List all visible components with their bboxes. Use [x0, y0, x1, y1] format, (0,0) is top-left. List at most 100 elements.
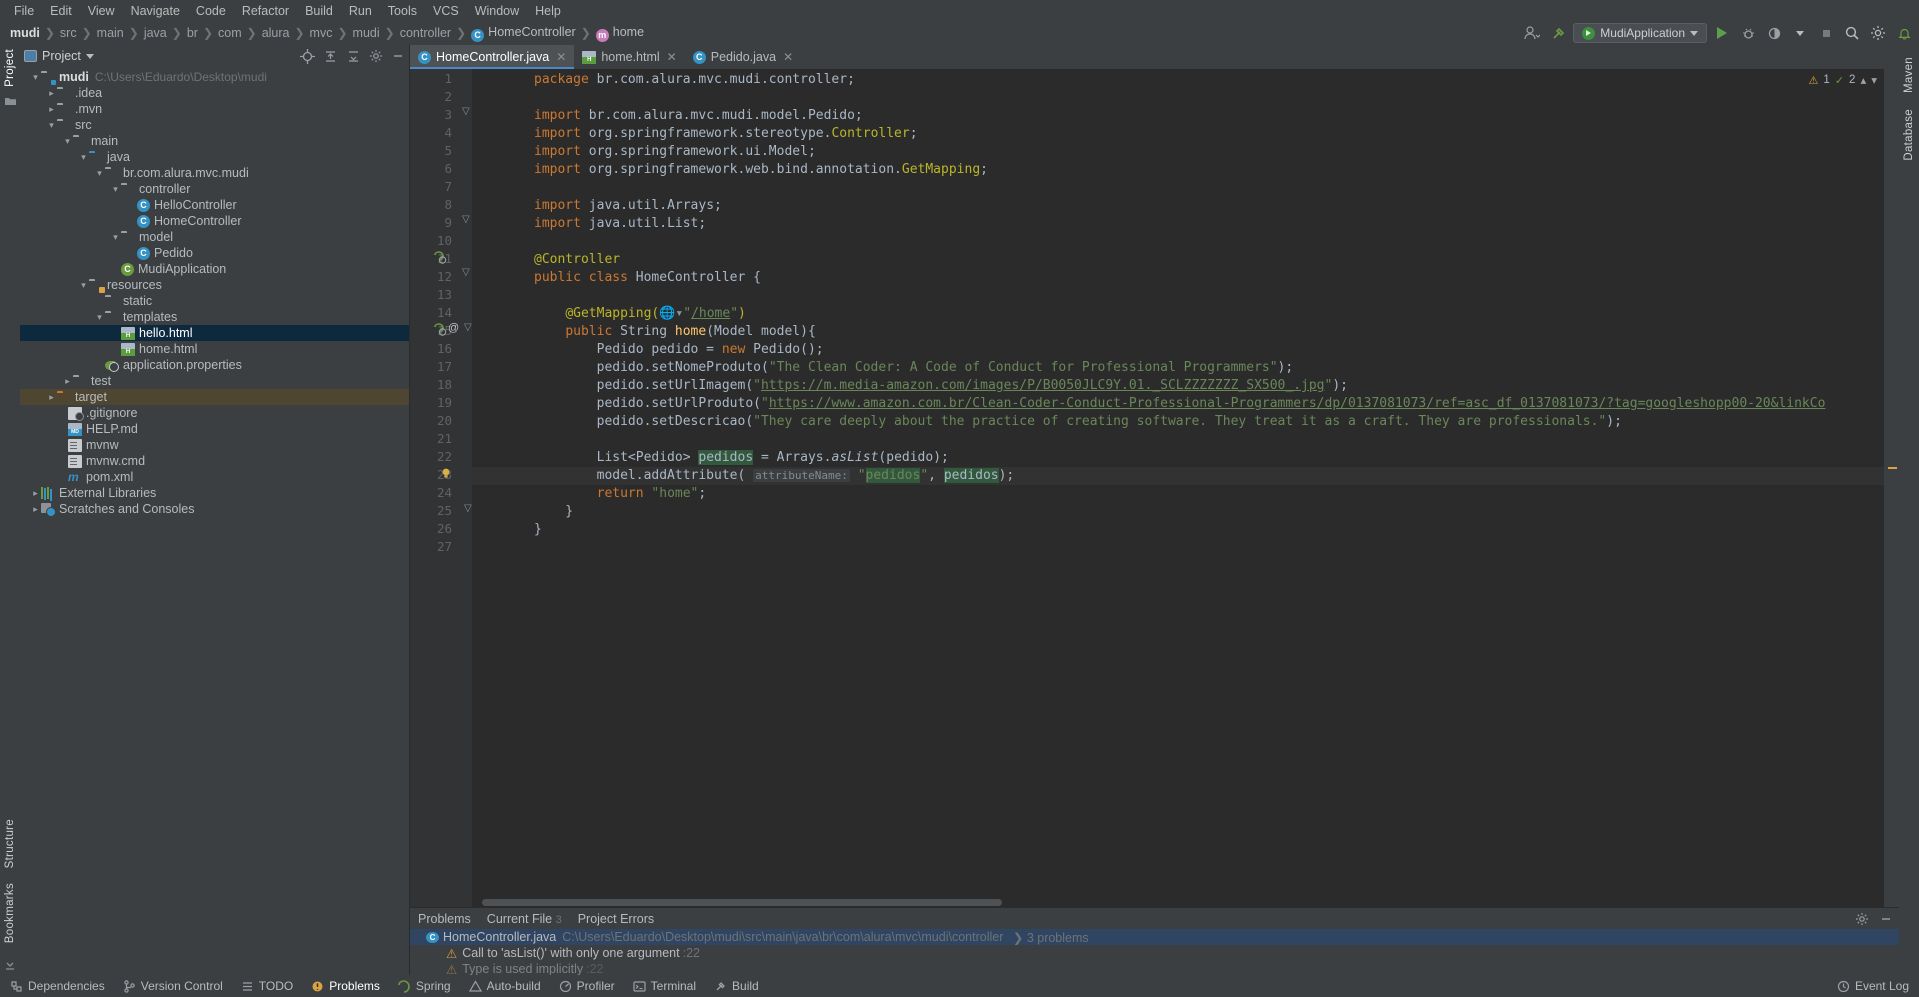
code-fold-icon[interactable]: ▽ — [464, 503, 472, 514]
statusbar-dependencies[interactable]: Dependencies — [10, 979, 105, 993]
debug-button[interactable] — [1737, 23, 1759, 43]
chevron-down-icon[interactable]: ▾ — [46, 120, 57, 131]
chevron-down-icon[interactable] — [85, 53, 94, 59]
breadcrumb-item-main[interactable]: main — [93, 25, 128, 41]
code-fold-icon[interactable]: ▽ — [462, 267, 470, 278]
hide-panel-icon[interactable] — [391, 49, 405, 63]
tree-item-mudiapplication[interactable]: C MudiApplication — [20, 261, 409, 277]
menu-item-code[interactable]: Code — [188, 2, 234, 20]
tree-item-mvnw[interactable]: mvnw — [20, 437, 409, 453]
menu-item-help[interactable]: Help — [527, 2, 569, 20]
code-fold-icon[interactable]: ▽ — [464, 322, 472, 333]
intention-bulb-icon[interactable] — [440, 467, 452, 479]
user-avatar-icon[interactable] — [1521, 23, 1543, 43]
statusbar-build[interactable]: Build — [714, 979, 759, 993]
chevron-right-icon[interactable]: ▸ — [46, 88, 57, 99]
chevron-right-icon[interactable]: ▸ — [46, 392, 57, 403]
tree-item-idea[interactable]: ▸ .idea — [20, 85, 409, 101]
tree-item-model[interactable]: ▾ model — [20, 229, 409, 245]
chevron-down-icon[interactable]: ▾ — [62, 136, 73, 147]
chevron-down-icon[interactable]: ▾ — [110, 232, 121, 243]
chevron-down-icon[interactable]: ▾ — [94, 312, 105, 323]
tree-item-controller[interactable]: ▾ controller — [20, 181, 409, 197]
breadcrumb-item-home-method[interactable]: m home — [592, 24, 648, 43]
tool-window-tab-bookmarks[interactable]: Bookmarks — [4, 883, 16, 943]
run-button[interactable] — [1711, 23, 1733, 43]
editor-tab-home-html[interactable]: home.html ✕ — [574, 45, 684, 69]
more-run-options-icon[interactable] — [1789, 23, 1811, 43]
tree-item-package-root[interactable]: ▾ br.com.alura.mvc.mudi — [20, 165, 409, 181]
menu-item-build[interactable]: Build — [297, 2, 341, 20]
tree-item-scratches-and-consoles[interactable]: ▸ Scratches and Consoles — [20, 501, 409, 517]
search-icon[interactable] — [1841, 23, 1863, 43]
run-configuration-selector[interactable]: MudiApplication — [1573, 23, 1707, 43]
problems-list[interactable]: C HomeController.java C:\Users\Eduardo\D… — [410, 929, 1899, 975]
expand-all-icon[interactable] — [323, 49, 338, 64]
editor-tab-homecontroller-java[interactable]: C HomeController.java ✕ — [410, 45, 575, 69]
gear-icon[interactable] — [1867, 23, 1889, 43]
code-editor[interactable]: ⚠ 1 ✓ 2 ▴ ▾ 1 2 3 4 5 6 7 8 9 10 11 12 1… — [410, 69, 1899, 907]
tool-window-tab-maven[interactable]: Maven — [1903, 57, 1915, 93]
problems-file-row[interactable]: C HomeController.java C:\Users\Eduardo\D… — [410, 929, 1899, 946]
spring-mapping-gutter-icon[interactable] — [434, 323, 447, 336]
override-annotation-gutter-icon[interactable]: @ — [448, 322, 459, 334]
statusbar-version-control[interactable]: Version Control — [123, 979, 223, 993]
close-icon[interactable]: ✕ — [556, 50, 566, 64]
tree-item-gitignore[interactable]: .gitignore — [20, 405, 409, 421]
editor-tab-pedido-java[interactable]: C Pedido.java ✕ — [685, 45, 801, 69]
tool-window-tab-structure[interactable]: Structure — [4, 819, 16, 868]
tree-item-pom-xml[interactable]: m pom.xml — [20, 469, 409, 485]
chevron-right-icon[interactable]: ▸ — [46, 104, 57, 115]
statusbar-problems[interactable]: Problems — [311, 979, 380, 993]
chevron-down-icon[interactable]: ▾ — [110, 184, 121, 195]
statusbar-event-log[interactable]: Event Log — [1837, 979, 1909, 993]
tree-item-hello-html[interactable]: hello.html — [20, 325, 409, 341]
tree-item-main[interactable]: ▾ main — [20, 133, 409, 149]
breadcrumb-item-com[interactable]: com — [214, 25, 246, 41]
statusbar-profiler[interactable]: Profiler — [559, 979, 615, 993]
stop-button[interactable] — [1815, 23, 1837, 43]
tree-item-application-properties[interactable]: application.properties — [20, 357, 409, 373]
code-content[interactable]: package br.com.alura.mvc.mudi.controller… — [472, 69, 1899, 907]
gear-icon[interactable] — [369, 49, 383, 63]
chevron-right-icon[interactable]: ▸ — [30, 504, 41, 515]
menu-item-window[interactable]: Window — [467, 2, 527, 20]
menu-item-tools[interactable]: Tools — [380, 2, 425, 20]
code-fold-icon[interactable]: ▽ — [462, 214, 470, 225]
inspection-widget[interactable]: ⚠ 1 ✓ 2 ▴ ▾ — [1809, 73, 1877, 87]
tree-item-homecontroller[interactable]: C HomeController — [20, 213, 409, 229]
breadcrumb-item-java[interactable]: java — [140, 25, 171, 41]
tree-item-resources[interactable]: ▾ resources — [20, 277, 409, 293]
problems-tab-current-file[interactable]: Current File 3 — [487, 912, 562, 926]
tree-item-mvnw-cmd[interactable]: mvnw.cmd — [20, 453, 409, 469]
problems-row[interactable]: ⚠ Call to 'asList()' with only one argum… — [410, 945, 1899, 961]
warning-marker[interactable] — [1888, 467, 1897, 469]
collapse-all-icon[interactable] — [346, 49, 361, 64]
breadcrumb-item-alura[interactable]: alura — [258, 25, 294, 41]
chevron-right-icon[interactable]: ▸ — [30, 488, 41, 499]
tree-item-hellocontroller[interactable]: C HelloController — [20, 197, 409, 213]
chevron-down-icon[interactable]: ▾ — [1871, 73, 1877, 87]
scroll-from-source-icon[interactable] — [300, 48, 315, 64]
menu-item-file[interactable]: File — [6, 2, 42, 20]
tree-item-static[interactable]: static — [20, 293, 409, 309]
notifications-bell-icon[interactable] — [1893, 23, 1915, 43]
breadcrumb-item-src[interactable]: src — [56, 25, 81, 41]
folder-icon[interactable] — [4, 95, 17, 107]
spring-bean-gutter-icon[interactable] — [434, 251, 447, 264]
statusbar-auto-build[interactable]: Auto-build — [468, 979, 541, 993]
gear-icon[interactable] — [1855, 912, 1869, 926]
chevron-down-icon[interactable]: ▾ — [78, 280, 89, 291]
statusbar-todo[interactable]: TODO — [241, 979, 293, 993]
menu-item-vcs[interactable]: VCS — [425, 2, 467, 20]
chevron-down-icon[interactable]: ▾ — [94, 168, 105, 179]
menu-item-refactor[interactable]: Refactor — [234, 2, 297, 20]
tree-item-java[interactable]: ▾ java — [20, 149, 409, 165]
tool-window-tab-project[interactable]: Project — [4, 49, 16, 87]
tree-item-pedido[interactable]: C Pedido — [20, 245, 409, 261]
menu-item-edit[interactable]: Edit — [42, 2, 80, 20]
breadcrumb-item-br[interactable]: br — [183, 25, 202, 41]
tree-item-src[interactable]: ▾ src — [20, 117, 409, 133]
breadcrumb-item-mudi-pkg[interactable]: mudi — [349, 25, 384, 41]
close-icon[interactable]: ✕ — [667, 50, 677, 64]
